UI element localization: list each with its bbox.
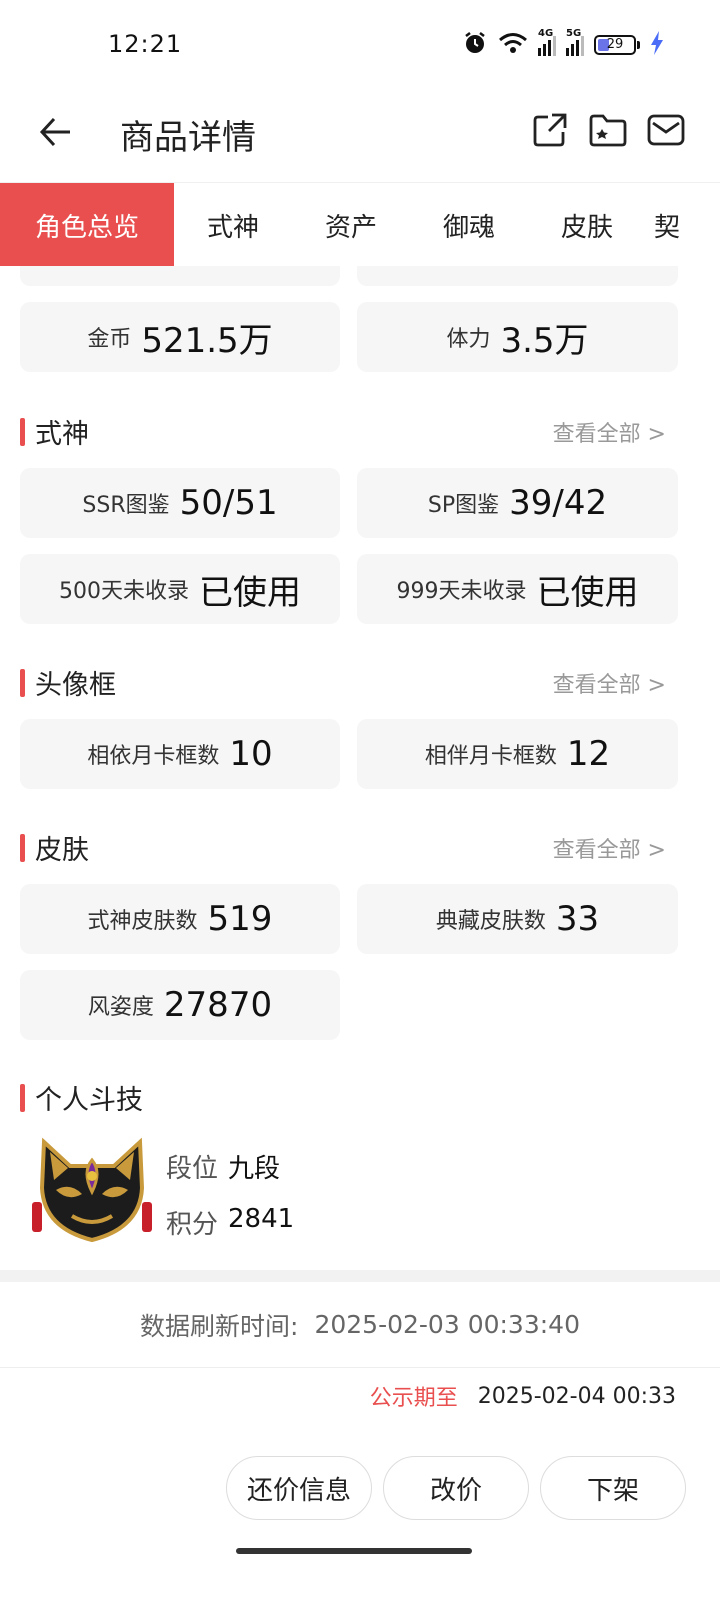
data-refresh-time: 数据刷新时间: 2025-02-03 00:33:40: [0, 1282, 720, 1368]
xiangban-frame-card: 相伴月卡框数 12: [357, 719, 678, 789]
500-day-card: 500天未收录 已使用: [20, 554, 340, 624]
share-icon: [533, 113, 567, 147]
overview-content: 金币 521.5万 体力 3.5万 式神 查看全部 > SSR图鉴 50/51 …: [0, 266, 720, 1270]
mail-icon: [647, 114, 685, 146]
page-title: 商品详情: [120, 118, 256, 158]
delist-button[interactable]: 下架: [540, 1456, 686, 1520]
category-tabs: 角色总览 式神 资产 御魂 皮肤 契: [0, 182, 720, 266]
tab-overview[interactable]: 角色总览: [0, 183, 174, 266]
tab-mitama[interactable]: 御魂: [410, 183, 528, 266]
tab-shikigami[interactable]: 式神: [174, 183, 292, 266]
section-divider: [0, 1270, 720, 1282]
avatar-frame-view-all-link[interactable]: 查看全部 >: [553, 667, 666, 699]
999-day-card: 999天未收录 已使用: [357, 554, 678, 624]
stamina-card: 体力 3.5万: [357, 302, 678, 372]
shikigami-view-all-link[interactable]: 查看全部 >: [553, 416, 666, 448]
ssr-collection-card: SSR图鉴 50/51: [20, 468, 340, 538]
hidden-card-left: [20, 266, 340, 286]
shikigami-skin-count-card: 式神皮肤数 519: [20, 884, 340, 954]
back-arrow-icon: [39, 117, 70, 147]
arena-rank: 段位 九段: [166, 1154, 281, 1184]
tab-skins[interactable]: 皮肤: [528, 183, 646, 266]
xiangyi-frame-card: 相依月卡框数 10: [20, 719, 340, 789]
wifi-icon: [498, 31, 528, 59]
collector-skin-count-card: 典藏皮肤数 33: [357, 884, 678, 954]
public-period: 公示期至 2025-02-04 00:33: [369, 1383, 676, 1412]
section-skins-title: 皮肤: [20, 828, 89, 867]
section-shikigami-title: 式神: [20, 412, 89, 451]
home-indicator[interactable]: [236, 1548, 472, 1554]
tab-contract[interactable]: 契: [646, 183, 720, 266]
alarm-icon: [462, 30, 488, 60]
section-arena-title: 个人斗技: [20, 1078, 143, 1117]
charging-icon: [650, 31, 664, 59]
counter-offer-button[interactable]: 还价信息: [226, 1456, 372, 1520]
header: 商品详情: [0, 92, 720, 182]
status-bar: 12:21 4G 5G 29: [0, 0, 720, 92]
hidden-card-right: [357, 266, 678, 286]
signal-4g-icon: 4G: [538, 28, 556, 56]
status-time: 12:21: [108, 30, 183, 58]
message-button[interactable]: [646, 110, 686, 150]
share-button[interactable]: [530, 110, 570, 150]
change-price-button[interactable]: 改价: [383, 1456, 529, 1520]
sp-collection-card: SP图鉴 39/42: [357, 468, 678, 538]
status-icons: 4G 5G 29: [462, 28, 664, 60]
section-avatar-frame-title: 头像框: [20, 663, 116, 702]
back-button[interactable]: [32, 108, 80, 156]
tab-assets[interactable]: 资产: [292, 183, 410, 266]
gold-card: 金币 521.5万: [20, 302, 340, 372]
signal-5g-icon: 5G: [566, 28, 584, 56]
arena-score: 积分 2841: [166, 1204, 295, 1240]
favorite-button[interactable]: [588, 110, 628, 150]
folder-star-icon: [589, 114, 627, 147]
style-score-card: 风姿度 27870: [20, 970, 340, 1040]
battery-icon: 29: [594, 35, 636, 55]
skins-view-all-link[interactable]: 查看全部 >: [553, 832, 666, 864]
fox-mask-rank-icon: [32, 1137, 152, 1243]
